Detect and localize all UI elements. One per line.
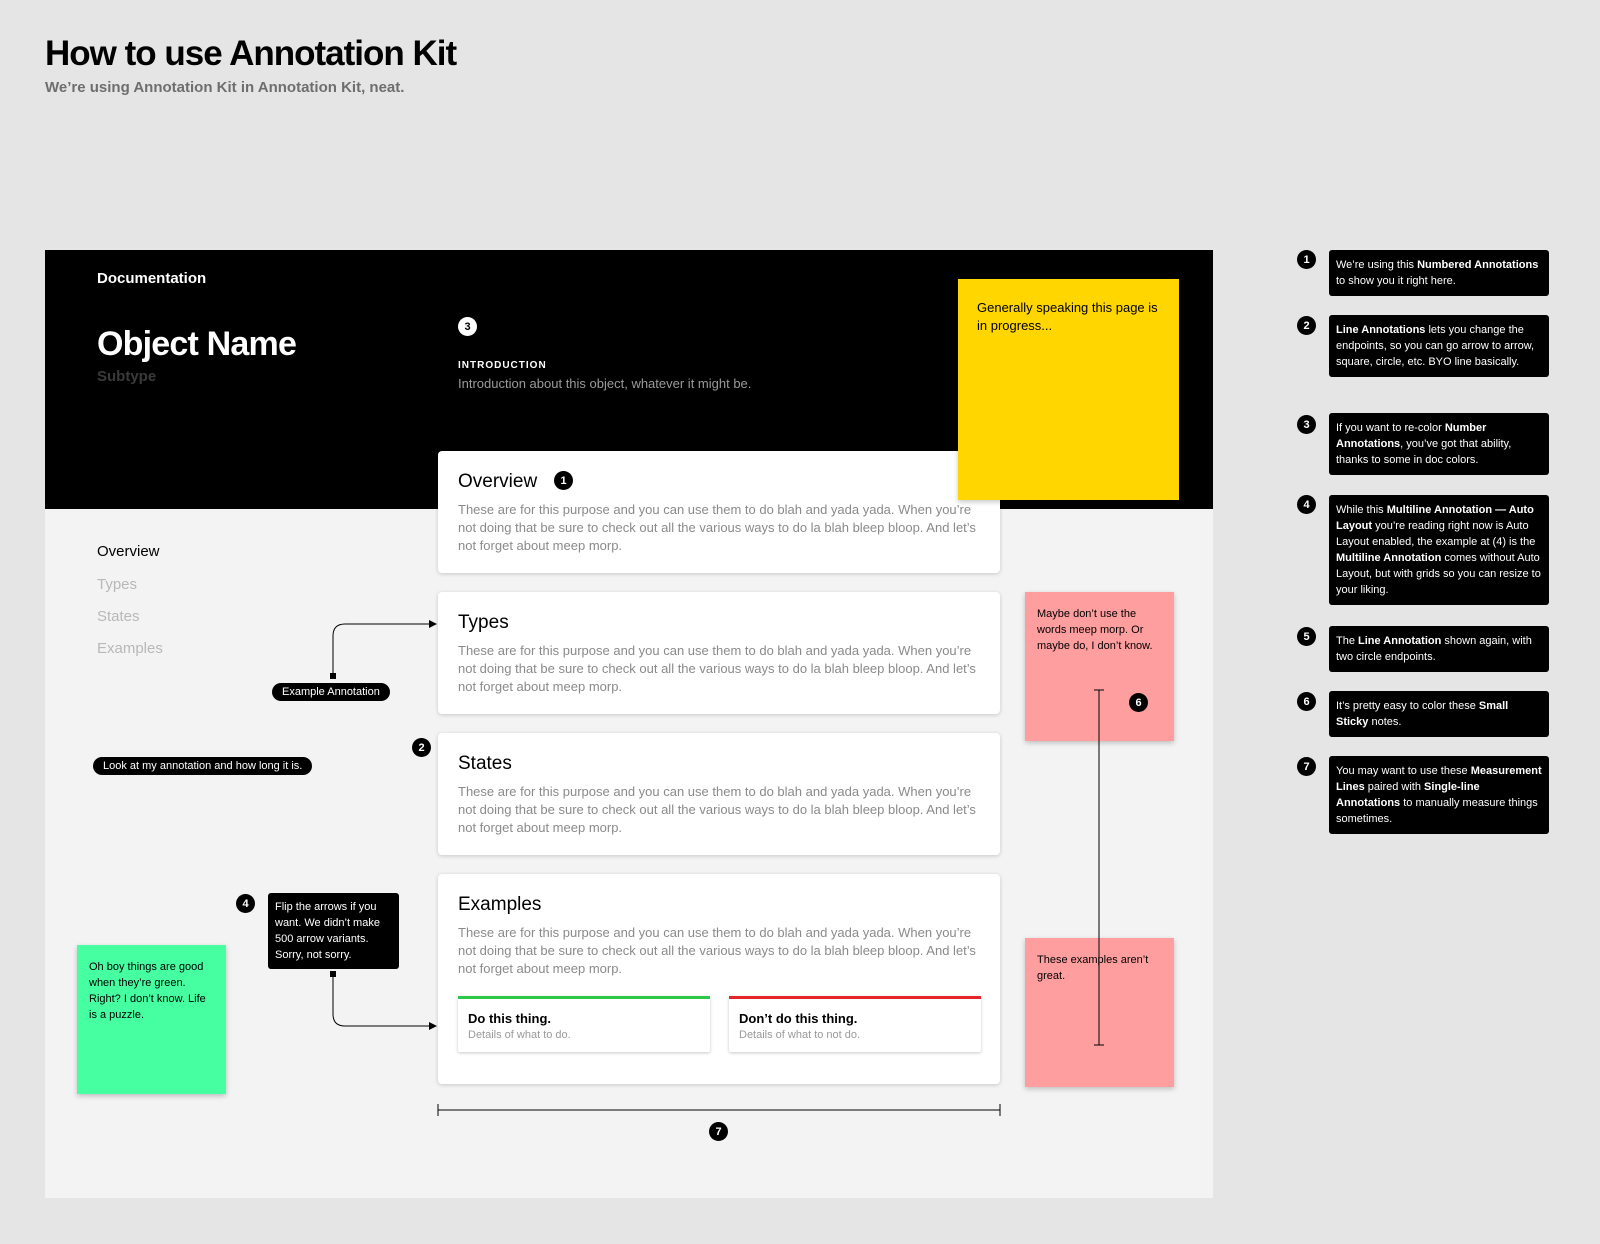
flip-annotation-arrow (332, 974, 437, 1030)
number-badge-7: 7 (709, 1122, 728, 1141)
arrow-square-endpoint (330, 673, 336, 679)
legend-badge-3: 3 (1297, 415, 1316, 434)
legend-note-4: While this Multiline Annotation — Auto L… (1329, 495, 1549, 605)
example-annotation-arrow (332, 620, 437, 676)
multiline-annotation: Flip the arrows if you want. We didn’t m… (268, 893, 399, 969)
number-badge-4: 4 (236, 894, 255, 913)
legend-note-7: You may want to use these Measurement Li… (1329, 756, 1549, 834)
legend-note-6: It’s pretty easy to color these Small St… (1329, 691, 1549, 737)
legend-note-2: Line Annotations lets you change the end… (1329, 315, 1549, 377)
legend-badge-6: 6 (1297, 692, 1316, 711)
legend-note-1: We’re using this Numbered Annotations to… (1329, 250, 1549, 296)
legend-badge-7: 7 (1297, 757, 1316, 776)
annotation-lines (330, 620, 1104, 1116)
number-badge-2: 2 (412, 738, 431, 757)
legend-badge-1: 1 (1297, 250, 1316, 269)
long-annotation-pill: Look at my annotation and how long it is… (93, 757, 313, 775)
legend-note-5: The Line Annotation shown again, with tw… (1329, 626, 1549, 672)
legend-badge-2: 2 (1297, 316, 1316, 335)
legend-note-3: If you want to re-color Number Annotatio… (1329, 413, 1549, 475)
number-badge-6: 6 (1129, 693, 1148, 712)
example-annotation-pill: Example Annotation (272, 683, 390, 701)
legend-badge-4: 4 (1297, 495, 1316, 514)
legend-badge-5: 5 (1297, 627, 1316, 646)
arrow-square-endpoint (330, 971, 336, 977)
